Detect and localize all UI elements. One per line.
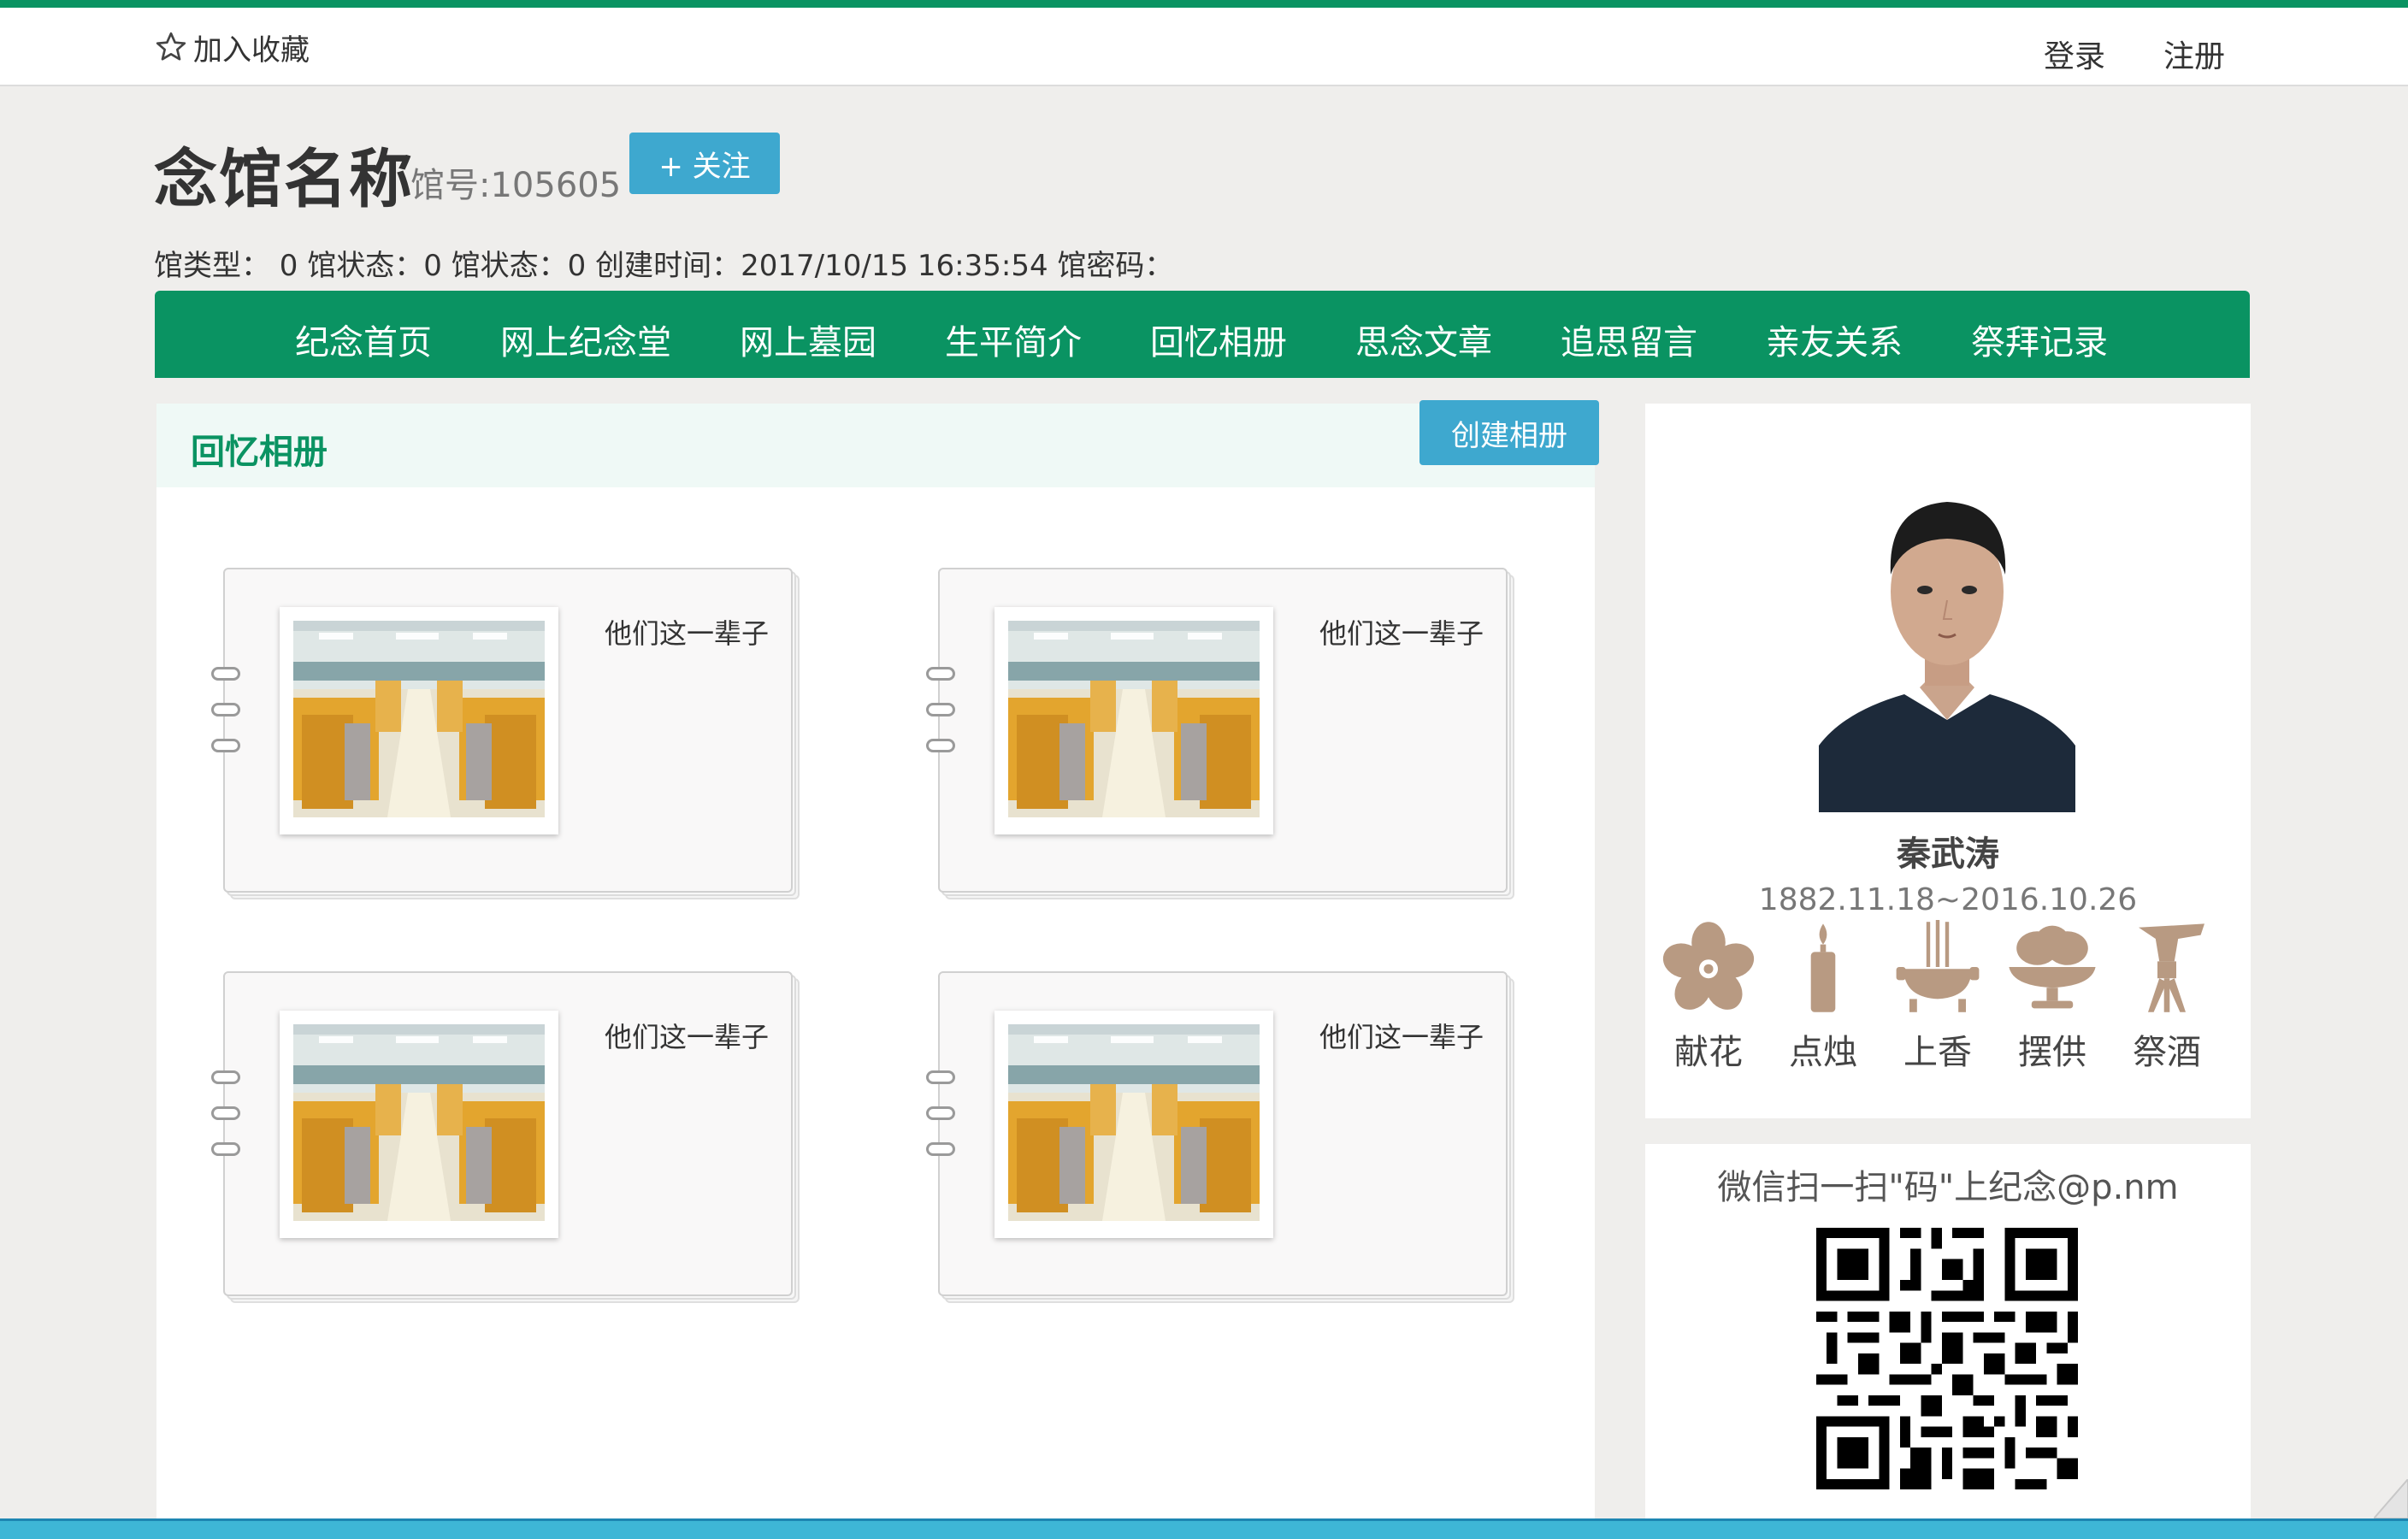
album-thumbnail[interactable] [280, 1011, 558, 1238]
album-card[interactable]: 他们这一辈子 [211, 568, 800, 899]
nav-item-online-cemetery[interactable]: 网上墓园 [740, 315, 876, 364]
flower-icon [1662, 922, 1755, 1010]
candle-icon [1810, 923, 1836, 1012]
incense-icon [1896, 920, 1980, 1012]
nav-item-photo-albums[interactable]: 回忆相册 [1150, 315, 1287, 364]
binder-ring-icon [926, 667, 955, 681]
album-name[interactable]: 他们这一辈子 [1319, 1016, 1484, 1055]
deceased-dates: 1882.11.18~2016.10.26 [1758, 882, 2138, 917]
offer-flower-button[interactable]: 献花 [1657, 920, 1760, 1074]
hall-title: 念馆名称 [154, 143, 414, 216]
album-name[interactable]: 他们这一辈子 [605, 1016, 769, 1055]
album-panel: 回忆相册 创建相册 他们这一辈子 他们这一辈子 他们这一辈子 他们这一辈子 [156, 400, 1599, 1532]
office-photo [293, 1024, 545, 1221]
nav-item-worship-records[interactable]: 祭拜记录 [1971, 315, 2108, 364]
add-favorite-link[interactable]: 加入收藏 [154, 28, 310, 68]
nav-item-relatives[interactable]: 亲友关系 [1766, 315, 1903, 364]
portrait-photo [1819, 463, 2075, 812]
office-photo [293, 621, 545, 817]
binder-ring-icon [926, 703, 955, 716]
binder-ring-icon [211, 667, 240, 681]
binder-ring-icon [211, 1070, 240, 1084]
album-thumbnail[interactable] [994, 1011, 1273, 1238]
wine-vessel-icon [2139, 923, 2204, 1012]
hall-number: 馆号:105605 [410, 166, 622, 205]
nav-item-biography[interactable]: 生平简介 [945, 315, 1082, 364]
album-card[interactable]: 他们这一辈子 [926, 568, 1514, 899]
binder-ring-icon [211, 739, 240, 752]
register-link[interactable]: 注册 [2163, 32, 2225, 76]
binder-ring-icon [926, 739, 955, 752]
album-card[interactable]: 他们这一辈子 [211, 971, 800, 1303]
offering-icon [2009, 925, 2096, 1009]
album-cover: 他们这一辈子 [211, 971, 793, 1296]
scroll-to-top-icon[interactable] [2374, 1479, 2408, 1518]
office-photo [1008, 621, 1260, 817]
album-cover: 他们这一辈子 [926, 971, 1508, 1296]
nav-item-messages[interactable]: 追思留言 [1561, 315, 1697, 364]
nav-item-articles[interactable]: 思念文章 [1355, 315, 1492, 364]
offer-tribute-label: 摆供 [2018, 1033, 2086, 1072]
add-favorite-label: 加入收藏 [193, 32, 310, 68]
album-name[interactable]: 他们这一辈子 [605, 612, 769, 652]
album-panel-header: 回忆相册 创建相册 [156, 400, 1599, 487]
album-cover: 他们这一辈子 [926, 568, 1508, 893]
offer-candle-label: 点烛 [1789, 1033, 1857, 1072]
office-photo [1008, 1024, 1260, 1221]
binder-ring-icon [211, 1106, 240, 1120]
follow-button[interactable]: + 关注 [629, 133, 780, 194]
star-icon [156, 32, 186, 61]
binder-ring-icon [211, 703, 240, 716]
offer-tribute-button[interactable]: 摆供 [2001, 920, 2104, 1074]
deceased-name: 秦武涛 [1897, 834, 1999, 874]
album-panel-title: 回忆相册 [191, 433, 328, 472]
bottom-bar [0, 1518, 2408, 1539]
album-cover: 他们这一辈子 [211, 568, 793, 893]
album-card[interactable]: 他们这一辈子 [926, 971, 1514, 1303]
qr-code-image [1816, 1228, 2078, 1489]
offer-incense-label: 上香 [1903, 1033, 1972, 1072]
album-thumbnail[interactable] [280, 607, 558, 834]
offer-wine-label: 祭酒 [2133, 1033, 2201, 1072]
offer-candle-button[interactable]: 点烛 [1772, 920, 1874, 1074]
nav-item-online-hall[interactable]: 网上纪念堂 [500, 315, 671, 364]
qr-title: 微信扫一扫"码"上纪念@p.nm [1717, 1168, 2179, 1207]
qr-panel: 微信扫一扫"码"上纪念@p.nm [1645, 1144, 2251, 1537]
nav-item-memorial-home[interactable]: 纪念首页 [295, 315, 432, 364]
binder-ring-icon [926, 1070, 955, 1084]
deceased-profile-panel: 秦武涛 1882.11.18~2016.10.26 献花 点烛 上香 摆供 祭酒 [1645, 404, 2251, 1118]
binder-ring-icon [926, 1106, 955, 1120]
login-link[interactable]: 登录 [2044, 32, 2105, 76]
main-nav: 纪念首页 网上纪念堂 网上墓园 生平简介 回忆相册 思念文章 追思留言 亲友关系… [155, 291, 2250, 378]
binder-ring-icon [211, 1142, 240, 1156]
album-thumbnail[interactable] [994, 607, 1273, 834]
offer-flower-label: 献花 [1674, 1033, 1743, 1072]
offer-incense-button[interactable]: 上香 [1886, 920, 1989, 1074]
album-name[interactable]: 他们这一辈子 [1319, 612, 1484, 652]
top-accent-stripe [0, 0, 2408, 8]
top-bar: 加入收藏 登录 注册 [0, 8, 2408, 86]
hall-info-line: 馆类型： 0 馆状态：0 馆状态：0 创建时间：2017/10/15 16:35… [154, 249, 1174, 283]
create-album-button[interactable]: 创建相册 [1419, 400, 1599, 465]
binder-ring-icon [926, 1142, 955, 1156]
offer-wine-button[interactable]: 祭酒 [2116, 920, 2218, 1074]
